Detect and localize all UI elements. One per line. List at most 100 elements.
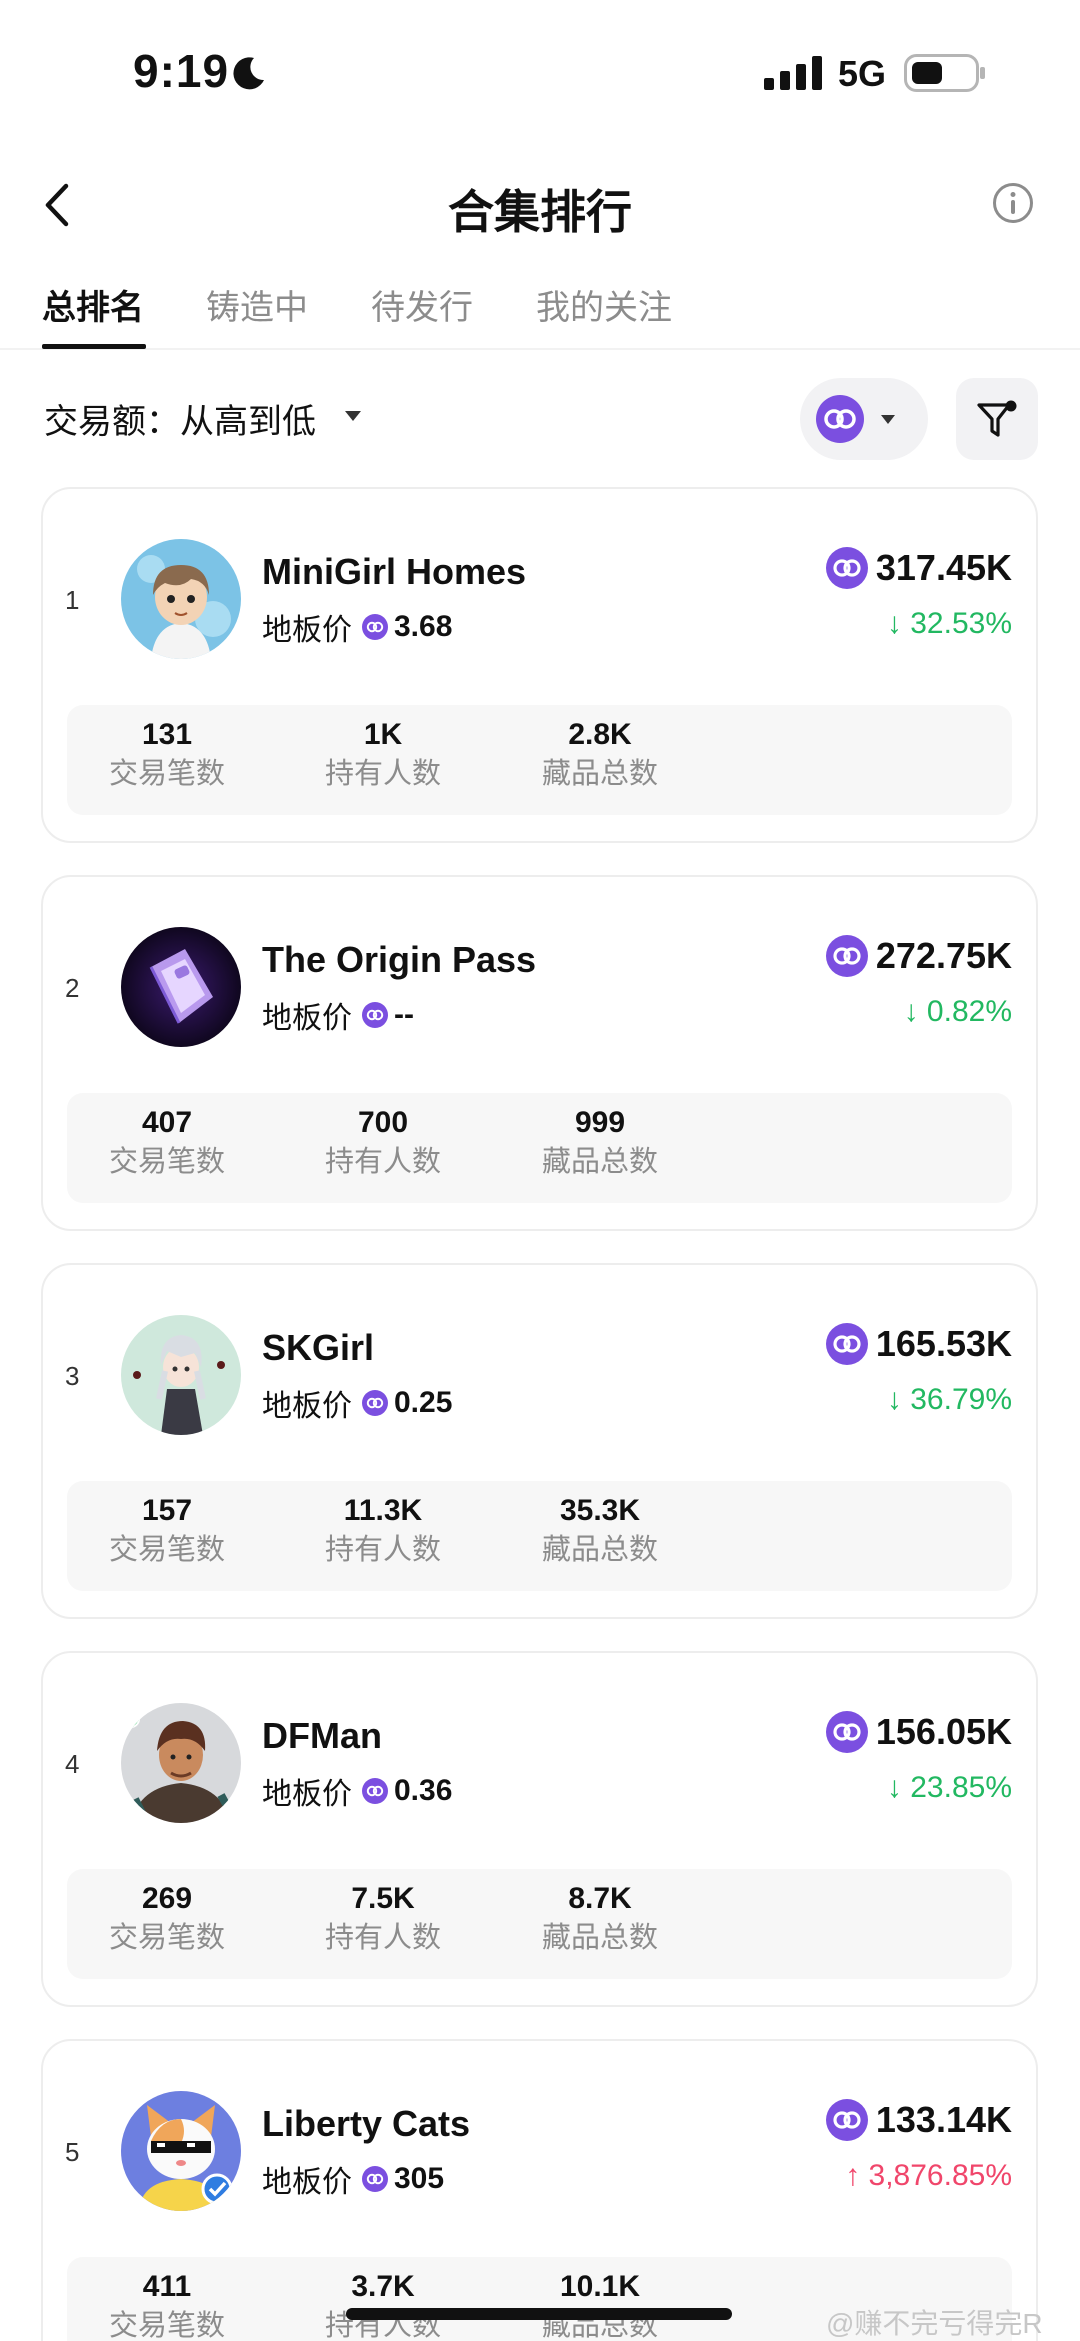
filter-button[interactable]	[956, 378, 1038, 460]
stat-holders: 3.7K 持有人数	[283, 2267, 483, 2341]
stat-items: 999 藏品总数	[500, 1103, 700, 1181]
holders-count: 11.3K	[343, 1494, 423, 1527]
collection-card-2[interactable]: 2 The Origin Pass 地板价 -- 272.75K ↓ 0.82% …	[41, 875, 1038, 1231]
soldier-avatar[interactable]	[121, 1703, 241, 1823]
nav-bar: 合集排行	[0, 160, 1080, 250]
status-bar: 9:19 5G	[0, 0, 1080, 150]
stats-panel: 157 交易笔数 11.3K 持有人数 35.3K 藏品总数	[67, 1481, 1012, 1591]
trades-count: 131	[141, 718, 193, 751]
stat-holders: 700 持有人数	[283, 1103, 483, 1181]
watermark: @赚不完亏得完R	[826, 2308, 1043, 2339]
collection-card-5[interactable]: 5 Liberty Cats 地板价 305 133.14K ↑ 3,876.85…	[41, 2039, 1038, 2341]
pass-avatar[interactable]	[121, 927, 241, 1047]
sort-dropdown[interactable]: 交易额：从高到低	[44, 394, 316, 443]
change-percent: ↑ 3,876.85%	[845, 2159, 1012, 2192]
tab-following[interactable]: 我的关注	[536, 280, 672, 329]
stats-panel: 131 交易笔数 1K 持有人数 2.8K 藏品总数	[67, 705, 1012, 815]
stat-trades: 131 交易笔数	[67, 715, 267, 793]
holders-label: 持有人数	[324, 1922, 441, 1954]
collection-card-1[interactable]: 1 MiniGirl Homes 地板价 3.68 317.45K ↓ 32.53…	[41, 487, 1038, 843]
floor-price-value: 0.25	[394, 1386, 453, 1419]
trading-volume: 133.14K	[825, 2099, 1012, 2143]
floor-price-value: 3.68	[394, 610, 453, 643]
floor-price-label: 地板价	[262, 1002, 352, 1035]
sort-filter-row: 交易额：从高到低	[0, 374, 1080, 464]
polygon-chain-icon	[816, 395, 864, 443]
network-label: 5G	[838, 53, 887, 94]
caret-down-icon	[881, 415, 895, 424]
floor-price: 地板价 305	[262, 2157, 445, 2199]
holders-count: 1K	[363, 718, 403, 751]
items-count: 35.3K	[559, 1494, 641, 1527]
floor-price: 地板价 3.68	[262, 605, 453, 647]
polygon-coin-icon	[362, 1778, 388, 1804]
change-percent: ↓ 32.53%	[886, 607, 1012, 640]
polygon-coin-icon	[825, 2099, 868, 2141]
floor-price-value: 0.36	[394, 1774, 453, 1807]
polygon-coin-icon	[825, 1323, 868, 1365]
trades-label: 交易笔数	[108, 2310, 225, 2341]
trading-volume: 272.75K	[825, 935, 1012, 979]
floor-price: 地板价 --	[262, 993, 414, 1035]
chain-selector[interactable]	[800, 378, 928, 460]
rank-number: 3	[65, 1361, 80, 1391]
floor-price-label: 地板价	[262, 1778, 352, 1811]
polygon-coin-icon	[825, 935, 868, 977]
trades-label: 交易笔数	[108, 758, 225, 790]
polygon-coin-icon	[362, 614, 388, 640]
change-percent: ↓ 36.79%	[886, 1383, 1012, 1416]
floor-price-value: 305	[394, 2162, 445, 2195]
caret-down-icon[interactable]	[344, 410, 362, 422]
polygon-coin-icon	[825, 547, 868, 589]
items-label: 藏品总数	[541, 1534, 658, 1566]
trades-count: 411	[142, 2270, 192, 2303]
tab-minting[interactable]: 铸造中	[206, 280, 308, 329]
floor-price-label: 地板价	[262, 614, 352, 647]
volume-value: 317.45K	[875, 547, 1012, 588]
trades-label: 交易笔数	[108, 1146, 225, 1178]
items-label: 藏品总数	[541, 758, 658, 790]
trading-volume: 156.05K	[825, 1711, 1012, 1755]
stat-holders: 7.5K 持有人数	[283, 1879, 483, 1957]
collection-name[interactable]: SKGirl	[262, 1327, 374, 1369]
volume-value: 165.53K	[875, 1323, 1012, 1364]
collection-name[interactable]: The Origin Pass	[262, 939, 536, 981]
change-percent: ↓ 23.85%	[886, 1771, 1012, 1804]
trades-count: 407	[141, 1106, 193, 1139]
polygon-coin-icon	[362, 2166, 388, 2192]
holders-count: 7.5K	[351, 1882, 415, 1915]
items-count: 10.1K	[559, 2270, 641, 2303]
collection-card-3[interactable]: 3 SKGirl 地板价 0.25 165.53K ↓ 36.79% 157 交易…	[41, 1263, 1038, 1619]
stat-items: 10.1K 藏品总数	[500, 2267, 700, 2341]
girl-avatar[interactable]	[121, 539, 241, 659]
stat-holders: 11.3K 持有人数	[283, 1491, 483, 1569]
holders-count: 3.7K	[351, 2270, 415, 2303]
cat-avatar[interactable]	[121, 2091, 241, 2211]
collection-name[interactable]: MiniGirl Homes	[262, 551, 526, 593]
signal-icon	[764, 56, 822, 90]
items-count: 999	[574, 1106, 626, 1139]
tab-bar: 总排名 铸造中 待发行 我的关注	[0, 270, 1080, 350]
active-tab-indicator	[42, 344, 146, 349]
collection-name[interactable]: Liberty Cats	[262, 2103, 470, 2145]
filter-icon	[977, 400, 1017, 437]
trades-label: 交易笔数	[108, 1534, 225, 1566]
floor-price: 地板价 0.25	[262, 1381, 453, 1423]
stat-items: 8.7K 藏品总数	[500, 1879, 700, 1957]
items-label: 藏品总数	[541, 1146, 658, 1178]
floor-price-label: 地板价	[262, 1390, 352, 1423]
rank-number: 2	[65, 973, 80, 1003]
volume-value: 156.05K	[875, 1711, 1012, 1752]
trading-volume: 317.45K	[825, 547, 1012, 591]
anime-girl-avatar[interactable]	[121, 1315, 241, 1435]
collection-name[interactable]: DFMan	[262, 1715, 382, 1757]
collection-card-4[interactable]: 4 DFMan 地板价 0.36 156.05K ↓ 23.85% 269 交易笔…	[41, 1651, 1038, 2007]
info-icon[interactable]	[992, 182, 1034, 224]
rank-number: 1	[65, 585, 80, 615]
tab-upcoming[interactable]: 待发行	[371, 280, 473, 329]
rank-number: 5	[65, 2137, 80, 2167]
tab-overall-ranking[interactable]: 总排名	[42, 280, 144, 329]
stats-panel: 269 交易笔数 7.5K 持有人数 8.7K 藏品总数	[67, 1869, 1012, 1979]
volume-value: 133.14K	[875, 2099, 1012, 2140]
floor-price-label: 地板价	[262, 2166, 352, 2199]
